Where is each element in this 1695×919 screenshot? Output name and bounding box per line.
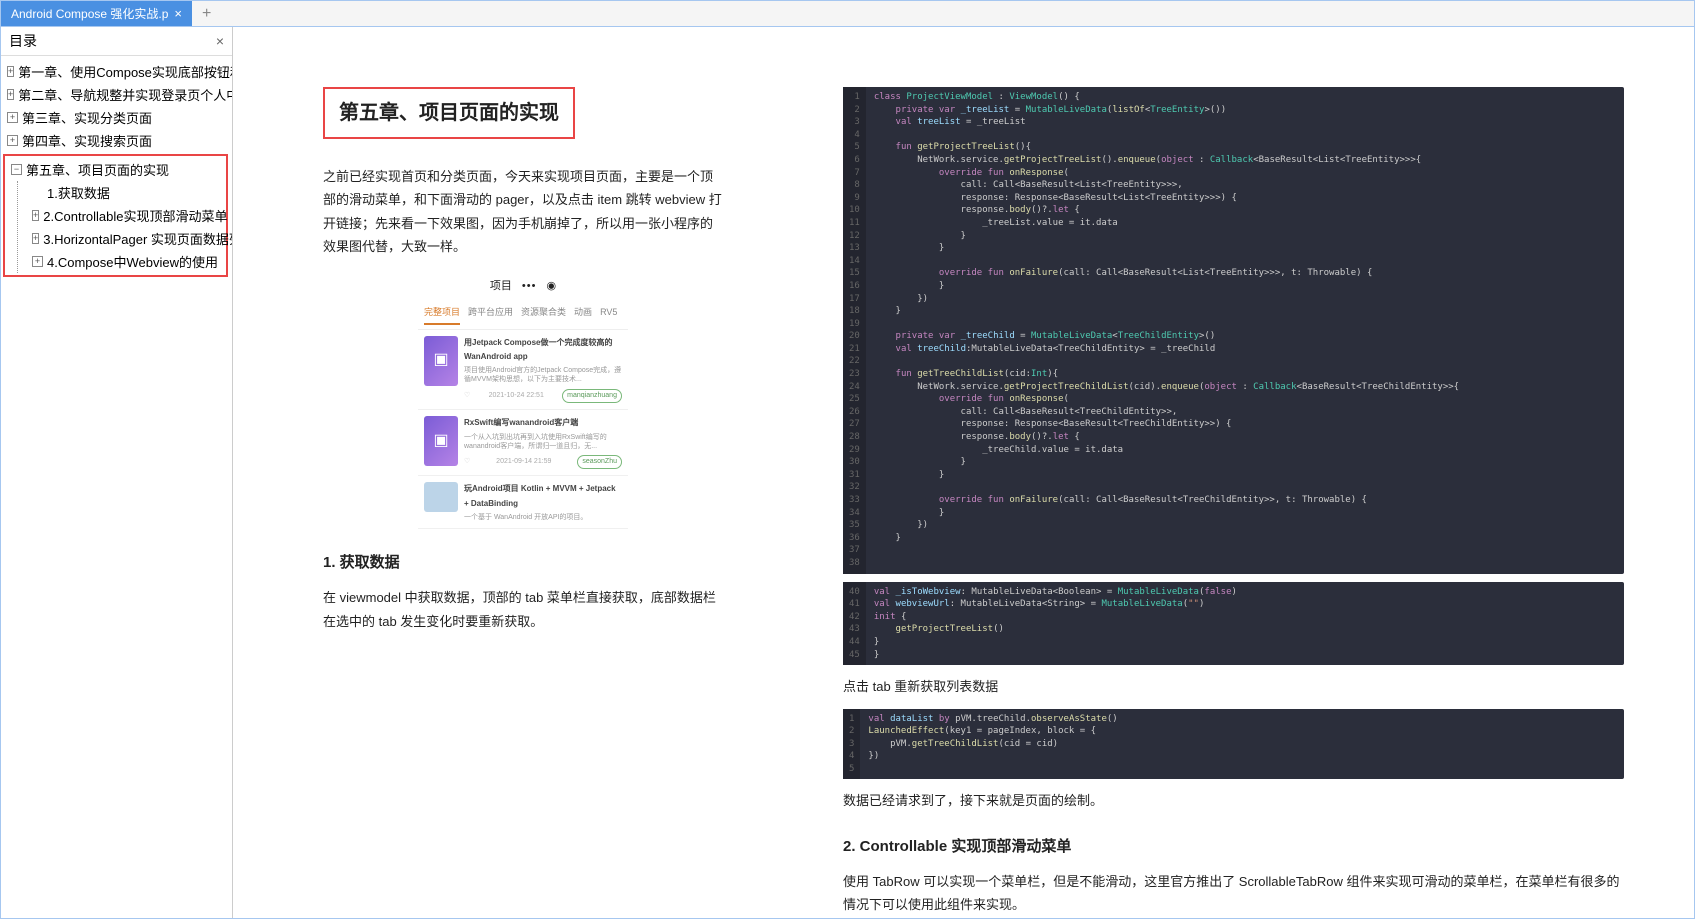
phone-tab: 跨平台应用 [468,304,513,324]
leaf-icon [32,187,43,198]
card-body: 玩Android项目 Kotlin + MVVM + Jetpack + Dat… [464,482,622,522]
outline-tree: +第一章、使用Compose实现底部按钮和首页 +第二章、导航规整并实现登录页个… [1,56,232,283]
chapter-title-box: 第五章、项目页面的实现 [323,87,575,139]
heart-icon: ♡ [464,390,470,403]
card-footer: ♡ 2021-09-14 21:59 seasonZhu [464,455,622,470]
target-icon: ◉ [546,277,556,297]
card-desc: 一个从入坑到出坑再到入坑使用RxSwift编写的wanandroid客户端，所谓… [464,433,622,451]
code-block-2: 404142434445 val _isToWebview: MutableLi… [843,582,1624,666]
outline-chapter-3[interactable]: +第三章、实现分类页面 [1,106,232,129]
page-right: 1234567891011121314151617181920212223242… [823,47,1664,898]
outline-section-1[interactable]: 1.获取数据 [18,181,226,204]
highlight-box: −第五章、项目页面的实现 1.获取数据 +2.Controllable实现顶部滑… [3,154,228,277]
phone-tab: 资源聚合类 [521,304,566,324]
outline-section-4[interactable]: +4.Compose中Webview的使用 [18,250,226,273]
phone-title: 项目 [490,277,512,297]
expand-icon[interactable]: + [32,210,39,221]
card-title: 玩Android项目 Kotlin + MVVM + Jetpack + Dat… [464,482,622,511]
code-text: val _isToWebview: MutableLiveData<Boolea… [866,582,1245,666]
main-area: 目录 × +第一章、使用Compose实现底部按钮和首页 +第二章、导航规整并实… [1,27,1694,918]
code-block-1: 1234567891011121314151617181920212223242… [843,87,1624,574]
phone-card: ▣ 用Jetpack Compose做一个完成度较高的WanAndroid ap… [418,330,628,411]
card-thumb: ▣ [424,416,458,466]
outline-sidebar: 目录 × +第一章、使用Compose实现底部按钮和首页 +第二章、导航规整并实… [1,27,233,918]
code-text: val dataList by pVM.treeChild.observeAsS… [860,709,1125,780]
card-badge: seasonZhu [577,455,622,470]
chapter-title: 第五章、项目页面的实现 [339,95,559,131]
card-thumb [424,482,458,512]
card-thumb: ▣ [424,336,458,386]
expand-icon[interactable]: + [32,256,43,267]
card-time: 2021-09-14 21:59 [496,456,551,469]
card-desc: 一个基于 WanAndroid 开放API的项目。 [464,513,622,522]
line-numbers: 1234567891011121314151617181920212223242… [843,87,866,574]
outline-chapter-4[interactable]: +第四章、实现搜索页面 [1,129,232,152]
phone-tabs: 完整项目 跨平台应用 资源聚合类 动画 RV5 [418,300,628,329]
document-viewport[interactable]: 第五章、项目页面的实现 之前已经实现首页和分类页面，今天来实现项目页面，主要是一… [233,27,1694,918]
app-window: Android Compose 强化实战.p × + 目录 × +第一章、使用C… [0,0,1695,919]
sidebar-header: 目录 × [1,27,232,56]
card-desc: 项目使用Android官方的Jetpack Compose完成，遵循MVVM架构… [464,366,622,384]
phone-mockup: 项目 ••• ◉ 完整项目 跨平台应用 资源聚合类 动画 RV5 ▣ [418,273,628,530]
outline-section-3[interactable]: +3.HorizontalPager 实现页面数据列表 [18,227,226,250]
phone-header: 项目 ••• ◉ [418,273,628,301]
expand-icon[interactable]: + [32,233,39,244]
intro-paragraph: 之前已经实现首页和分类页面，今天来实现项目页面，主要是一个顶部的滑动菜单，和下面… [323,165,723,259]
card-body: RxSwift编写wanandroid客户端 一个从入坑到出坑再到入坑使用RxS… [464,416,622,469]
phone-tab: 完整项目 [424,304,460,324]
phone-tab: 动画 [574,304,592,324]
outline-chapter-5[interactable]: −第五章、项目页面的实现 [5,158,226,181]
expand-icon[interactable]: + [7,89,14,100]
card-footer: ♡ 2021-10-24 22:51 manqianzhuang [464,389,622,404]
code-text: class ProjectViewModel : ViewModel() { p… [866,87,1467,574]
expand-icon[interactable]: + [7,66,14,77]
tab-close-icon[interactable]: × [174,6,182,21]
expand-icon[interactable]: + [7,135,18,146]
caption-2: 数据已经请求到了，接下来就是页面的绘制。 [843,789,1624,812]
expand-icon[interactable]: + [7,112,18,123]
tab-title: Android Compose 强化实战.p [11,5,168,22]
section-para-2: 使用 TabRow 可以实现一个菜单栏，但是不能滑动，这里官方推出了 Scrol… [843,870,1624,917]
line-numbers: 404142434445 [843,582,866,666]
card-title: RxSwift编写wanandroid客户端 [464,416,622,430]
line-numbers: 12345 [843,709,860,780]
tab-bar: Android Compose 强化实战.p × + [1,1,1694,27]
sidebar-close-icon[interactable]: × [216,33,224,49]
outline-chapter-2[interactable]: +第二章、导航规整并实现登录页个人中心页 [1,83,232,106]
card-badge: manqianzhuang [562,389,622,404]
card-time: 2021-10-24 22:51 [489,390,544,403]
outline-children: 1.获取数据 +2.Controllable实现顶部滑动菜单 +3.Horizo… [17,181,226,273]
card-body: 用Jetpack Compose做一个完成度较高的WanAndroid app … [464,336,622,404]
section-heading-1: 1. 获取数据 [323,549,723,576]
document-tab[interactable]: Android Compose 强化实战.p × [1,1,192,26]
phone-card: ▣ RxSwift编写wanandroid客户端 一个从入坑到出坑再到入坑使用R… [418,410,628,476]
card-title: 用Jetpack Compose做一个完成度较高的WanAndroid app [464,336,622,365]
phone-card: 玩Android项目 Kotlin + MVVM + Jetpack + Dat… [418,476,628,529]
page-left: 第五章、项目页面的实现 之前已经实现首页和分类页面，今天来实现项目页面，主要是一… [263,47,783,898]
sidebar-title: 目录 [9,31,37,51]
outline-chapter-1[interactable]: +第一章、使用Compose实现底部按钮和首页 [1,60,232,83]
phone-tab: RV5 [600,304,617,324]
tab-add-button[interactable]: + [192,1,221,26]
section-heading-2: 2. Controllable 实现顶部滑动菜单 [843,833,1624,860]
caption-1: 点击 tab 重新获取列表数据 [843,675,1624,698]
outline-section-2[interactable]: +2.Controllable实现顶部滑动菜单 [18,204,226,227]
heart-icon: ♡ [464,456,470,469]
collapse-icon[interactable]: − [11,164,22,175]
more-icon: ••• [522,277,537,297]
section-para-1: 在 viewmodel 中获取数据，顶部的 tab 菜单栏直接获取，底部数据栏在… [323,586,723,633]
code-block-3: 12345 val dataList by pVM.treeChild.obse… [843,709,1624,780]
